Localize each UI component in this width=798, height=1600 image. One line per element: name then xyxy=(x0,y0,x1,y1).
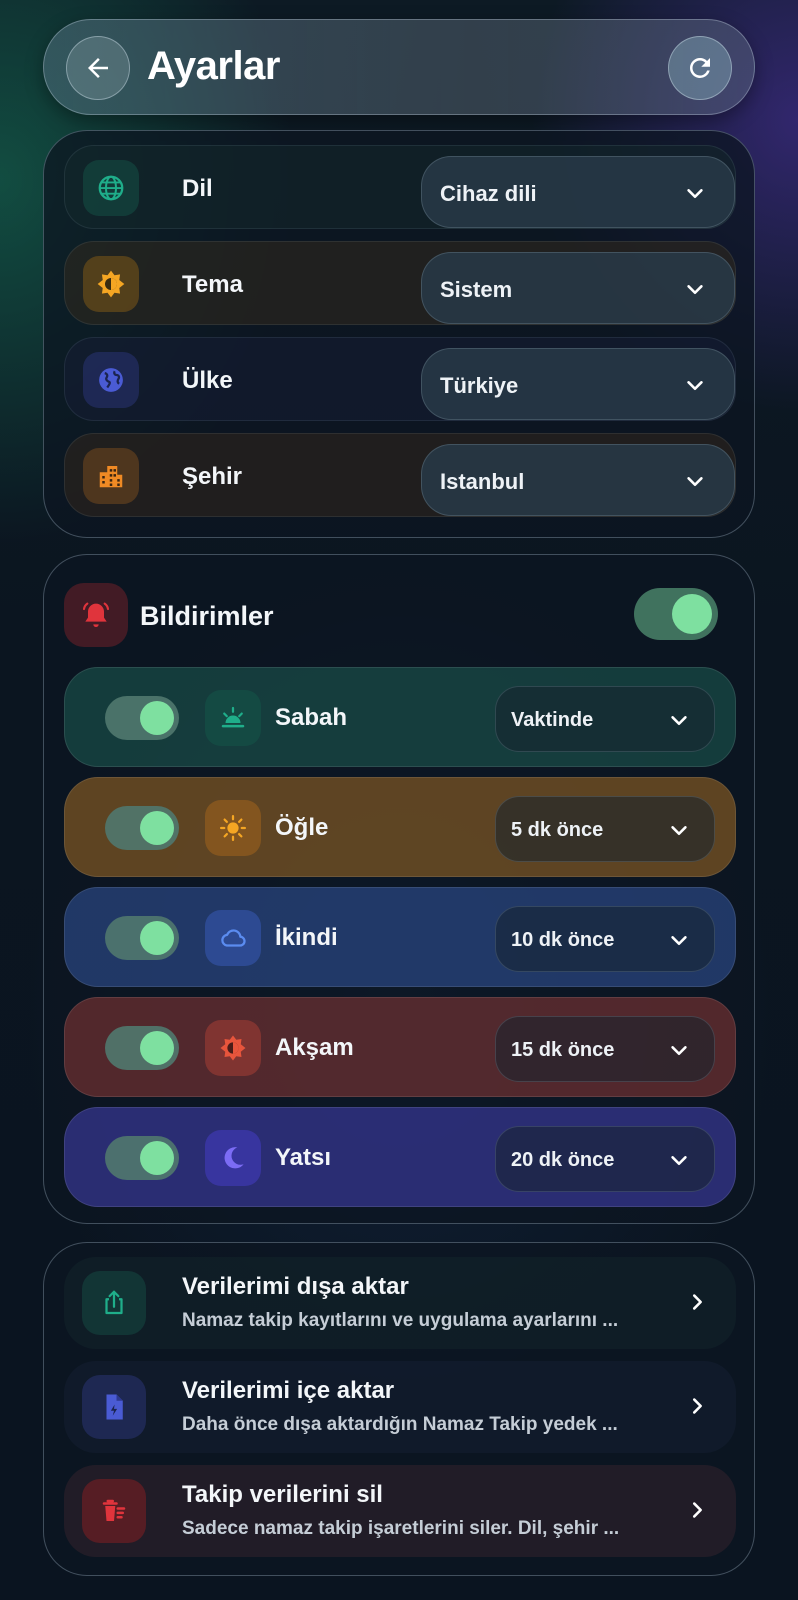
chevron-down-icon xyxy=(671,936,687,946)
chevron-down-icon xyxy=(687,381,703,391)
country-value: Türkiye xyxy=(440,373,519,398)
ogle-label: Öğle xyxy=(275,814,329,841)
chevron-down-icon xyxy=(671,1156,687,1166)
aksam-label: Akşam xyxy=(275,1034,354,1061)
prayer-row-yatsi: Yatsı 20 dk önce xyxy=(64,1107,736,1207)
language-label: Dil xyxy=(182,175,213,202)
ikindi-offset-select[interactable]: 10 dk önce xyxy=(495,906,715,972)
language-value: Cihaz dili xyxy=(440,181,537,206)
theme-select[interactable]: Sistem xyxy=(421,252,735,324)
aksam-toggle[interactable] xyxy=(105,1026,179,1070)
sunset-icon xyxy=(205,1020,261,1076)
moon-icon xyxy=(205,1130,261,1186)
notifications-panel: Bildirimler Sabah Vaktinde Öğle 5 dk önc… xyxy=(43,554,755,1224)
city-label: Şehir xyxy=(182,463,243,490)
chevron-down-icon xyxy=(687,285,703,295)
chevron-right-icon xyxy=(692,1502,702,1518)
theme-label: Tema xyxy=(182,271,243,298)
chevron-right-icon xyxy=(692,1294,702,1310)
ogle-offset-select[interactable]: 5 dk önce xyxy=(495,796,715,862)
city-icon xyxy=(83,448,139,504)
chevron-down-icon xyxy=(687,477,703,487)
globe-icon xyxy=(83,160,139,216)
page-title: Ayarlar xyxy=(147,44,280,88)
prayer-row-aksam: Akşam 15 dk önce xyxy=(64,997,736,1097)
yatsi-offset-select[interactable]: 20 dk önce xyxy=(495,1126,715,1192)
theme-value: Sistem xyxy=(440,277,513,302)
ogle-offset-value: 5 dk önce xyxy=(511,819,604,841)
chevron-down-icon xyxy=(671,716,687,726)
chevron-right-icon xyxy=(692,1398,702,1414)
prayer-row-ikindi: İkindi 10 dk önce xyxy=(64,887,736,987)
language-select[interactable]: Cihaz dili xyxy=(421,156,735,228)
prayer-row-sabah: Sabah Vaktinde xyxy=(64,667,736,767)
sunrise-icon xyxy=(205,690,261,746)
yatsi-label: Yatsı xyxy=(275,1144,332,1171)
sabah-label: Sabah xyxy=(275,704,348,731)
notifications-title: Bildirimler xyxy=(140,601,274,631)
import-data-title: Verilerimi içe aktar xyxy=(182,1377,395,1404)
language-row: Dil Cihaz dili xyxy=(64,145,736,229)
general-settings-panel: Dil Cihaz dili Tema Sistem Ülke Türkiye … xyxy=(43,130,755,538)
ikindi-toggle[interactable] xyxy=(105,916,179,960)
earth-icon xyxy=(83,352,139,408)
cloud-icon xyxy=(205,910,261,966)
toggle-knob xyxy=(672,594,712,634)
chevron-down-icon xyxy=(687,189,703,199)
brightness-icon xyxy=(83,256,139,312)
country-select[interactable]: Türkiye xyxy=(421,348,735,420)
country-label: Ülke xyxy=(182,367,233,394)
city-select[interactable]: Istanbul xyxy=(421,444,735,516)
ogle-toggle[interactable] xyxy=(105,806,179,850)
file-import-icon xyxy=(82,1375,146,1439)
aksam-offset-select[interactable]: 15 dk önce xyxy=(495,1016,715,1082)
city-row: Şehir Istanbul xyxy=(64,433,736,517)
import-data-subtitle: Daha önce dışa aktardığın Namaz Takip ye… xyxy=(182,1414,618,1435)
back-button[interactable] xyxy=(66,36,130,100)
toggle-knob xyxy=(140,921,174,955)
city-value: Istanbul xyxy=(440,469,525,494)
delete-icon xyxy=(82,1479,146,1543)
refresh-button[interactable] xyxy=(668,36,732,100)
import-data-row[interactable]: Verilerimi içe aktar Daha önce dışa akta… xyxy=(64,1361,736,1453)
toggle-knob xyxy=(140,701,174,735)
bell-icon xyxy=(64,583,128,647)
toggle-knob xyxy=(140,1141,174,1175)
sabah-offset-value: Vaktinde xyxy=(511,709,594,731)
aksam-offset-value: 15 dk önce xyxy=(511,1039,615,1061)
export-data-title: Verilerimi dışa aktar xyxy=(182,1273,409,1300)
yatsi-offset-value: 20 dk önce xyxy=(511,1149,615,1171)
sun-icon xyxy=(205,800,261,856)
ikindi-offset-value: 10 dk önce xyxy=(511,929,615,951)
arrow-left-icon xyxy=(88,58,108,78)
sabah-offset-select[interactable]: Vaktinde xyxy=(495,686,715,752)
prayer-row-ogle: Öğle 5 dk önce xyxy=(64,777,736,877)
theme-row: Tema Sistem xyxy=(64,241,736,325)
delete-data-row[interactable]: Takip verilerini sil Sadece namaz takip … xyxy=(64,1465,736,1557)
country-row: Ülke Türkiye xyxy=(64,337,736,421)
export-data-row[interactable]: Verilerimi dışa aktar Namaz takip kayıtl… xyxy=(64,1257,736,1349)
sabah-toggle[interactable] xyxy=(105,696,179,740)
refresh-icon xyxy=(690,57,710,78)
yatsi-toggle[interactable] xyxy=(105,1136,179,1180)
notifications-toggle[interactable] xyxy=(634,588,718,640)
delete-data-title: Takip verilerini sil xyxy=(182,1481,383,1508)
toggle-knob xyxy=(140,811,174,845)
share-icon xyxy=(82,1271,146,1335)
chevron-down-icon xyxy=(671,826,687,836)
toggle-knob xyxy=(140,1031,174,1065)
export-data-subtitle: Namaz takip kayıtlarını ve uygulama ayar… xyxy=(182,1310,619,1331)
app-header: Ayarlar xyxy=(43,19,755,115)
delete-data-subtitle: Sadece namaz takip işaretlerini siler. D… xyxy=(182,1518,620,1539)
ikindi-label: İkindi xyxy=(275,924,338,951)
data-management-panel: Verilerimi dışa aktar Namaz takip kayıtl… xyxy=(43,1242,755,1576)
chevron-down-icon xyxy=(671,1046,687,1056)
